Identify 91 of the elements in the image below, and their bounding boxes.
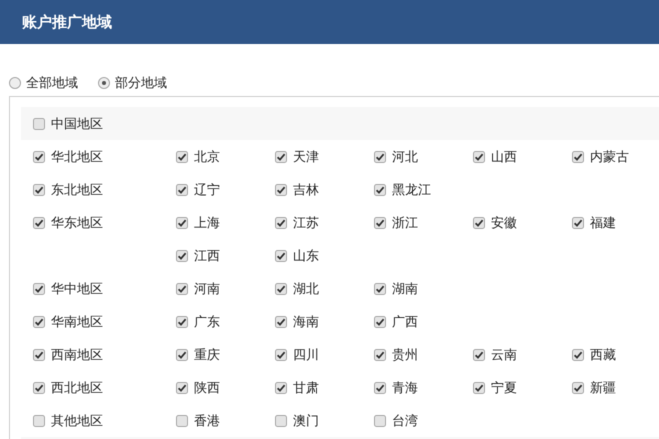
checkbox-label: 华东地区 bbox=[51, 214, 103, 232]
checkbox[interactable] bbox=[176, 150, 188, 162]
checkbox[interactable] bbox=[473, 382, 485, 394]
checkbox-label: 甘肃 bbox=[293, 380, 319, 396]
checkbox-label: 山东 bbox=[293, 248, 319, 264]
checkbox-label: 东北地区 bbox=[51, 182, 103, 198]
checkbox-label: 重庆 bbox=[194, 346, 220, 364]
checkbox-label: 广东 bbox=[194, 314, 220, 330]
checkbox[interactable] bbox=[33, 216, 45, 228]
checkbox[interactable] bbox=[473, 216, 485, 228]
checkbox[interactable] bbox=[275, 348, 287, 360]
checkbox[interactable] bbox=[275, 250, 287, 262]
checkbox-label: 其他地区 bbox=[51, 412, 103, 430]
checkbox[interactable] bbox=[33, 184, 45, 196]
checkbox-label: 安徽 bbox=[491, 214, 517, 232]
checkbox[interactable] bbox=[275, 216, 287, 228]
checkbox[interactable] bbox=[374, 348, 386, 360]
checkbox[interactable] bbox=[176, 348, 188, 360]
checkbox-label: 内蒙古 bbox=[590, 148, 629, 166]
checkbox[interactable] bbox=[275, 316, 287, 328]
checkbox[interactable] bbox=[176, 316, 188, 328]
checkbox[interactable] bbox=[33, 316, 45, 328]
checkbox-label: 江西 bbox=[194, 248, 220, 264]
radio-label: 全部地域 bbox=[26, 75, 78, 92]
checkbox[interactable] bbox=[275, 184, 287, 196]
radio-button[interactable] bbox=[9, 77, 21, 89]
radio-button[interactable] bbox=[98, 77, 110, 89]
checkbox-label: 浙江 bbox=[392, 214, 418, 232]
checkbox[interactable] bbox=[374, 282, 386, 294]
checkbox[interactable] bbox=[176, 282, 188, 294]
checkbox-label: 华南地区 bbox=[51, 314, 103, 330]
checkbox-label: 华北地区 bbox=[51, 148, 103, 166]
checkbox[interactable] bbox=[176, 414, 188, 426]
checkbox[interactable] bbox=[473, 150, 485, 162]
checkbox-label: 黑龙江 bbox=[392, 182, 431, 198]
checkbox[interactable] bbox=[275, 150, 287, 162]
checkbox[interactable] bbox=[176, 382, 188, 394]
checkbox-label: 贵州 bbox=[392, 346, 418, 364]
checkbox[interactable] bbox=[374, 184, 386, 196]
checkbox[interactable] bbox=[33, 282, 45, 294]
checkbox[interactable] bbox=[33, 150, 45, 162]
checkbox-label: 河北 bbox=[392, 148, 418, 166]
checkbox-label: 台湾 bbox=[392, 412, 418, 430]
checkbox[interactable] bbox=[473, 348, 485, 360]
checkbox-label: 福建 bbox=[590, 214, 616, 232]
checkbox-label: 中国地区 bbox=[51, 116, 103, 132]
checkbox-label: 澳门 bbox=[293, 412, 319, 430]
checkbox-label: 西北地区 bbox=[51, 380, 103, 396]
checkbox[interactable] bbox=[572, 150, 584, 162]
checkbox[interactable] bbox=[572, 382, 584, 394]
checkbox[interactable] bbox=[33, 118, 45, 130]
checkbox-label: 湖南 bbox=[392, 280, 418, 298]
checkbox-label: 云南 bbox=[491, 346, 517, 364]
checkbox[interactable] bbox=[374, 414, 386, 426]
checkbox[interactable] bbox=[572, 216, 584, 228]
checkbox[interactable] bbox=[374, 316, 386, 328]
checkbox[interactable] bbox=[275, 382, 287, 394]
checkbox-label: 吉林 bbox=[293, 182, 319, 198]
checkbox-label: 新疆 bbox=[590, 380, 616, 396]
checkbox-label: 辽宁 bbox=[194, 182, 220, 198]
checkbox[interactable] bbox=[176, 184, 188, 196]
checkbox-label: 天津 bbox=[293, 148, 319, 166]
checkbox-label: 山西 bbox=[491, 148, 517, 166]
checkbox-label: 西南地区 bbox=[51, 346, 103, 364]
checkbox-label: 北京 bbox=[194, 148, 220, 166]
checkbox-label: 广西 bbox=[392, 314, 418, 330]
checkbox-label: 湖北 bbox=[293, 280, 319, 298]
checkbox-label: 江苏 bbox=[293, 214, 319, 232]
checkbox-label: 宁夏 bbox=[491, 380, 517, 396]
checkbox-label: 上海 bbox=[194, 214, 220, 232]
checkbox-label: 海南 bbox=[293, 314, 319, 330]
checkbox[interactable] bbox=[33, 348, 45, 360]
checkbox-label: 河南 bbox=[194, 280, 220, 298]
checkbox[interactable] bbox=[374, 150, 386, 162]
checkbox[interactable] bbox=[572, 348, 584, 360]
checkbox-label: 四川 bbox=[293, 346, 319, 364]
checkbox[interactable] bbox=[176, 216, 188, 228]
checkbox[interactable] bbox=[374, 216, 386, 228]
checkbox-label: 香港 bbox=[194, 412, 220, 430]
checkbox[interactable] bbox=[374, 382, 386, 394]
checkbox[interactable] bbox=[275, 414, 287, 426]
checkbox[interactable] bbox=[33, 414, 45, 426]
checkbox[interactable] bbox=[33, 382, 45, 394]
checkbox-label: 青海 bbox=[392, 380, 418, 396]
page-title: 账户推广地域 bbox=[22, 12, 112, 32]
checkbox-label: 华中地区 bbox=[51, 280, 103, 298]
checkbox-label: 陕西 bbox=[194, 380, 220, 396]
checkbox[interactable] bbox=[275, 282, 287, 294]
radio-label: 部分地域 bbox=[115, 75, 167, 92]
checkbox-label: 西藏 bbox=[590, 346, 616, 364]
checkbox[interactable] bbox=[176, 250, 188, 262]
